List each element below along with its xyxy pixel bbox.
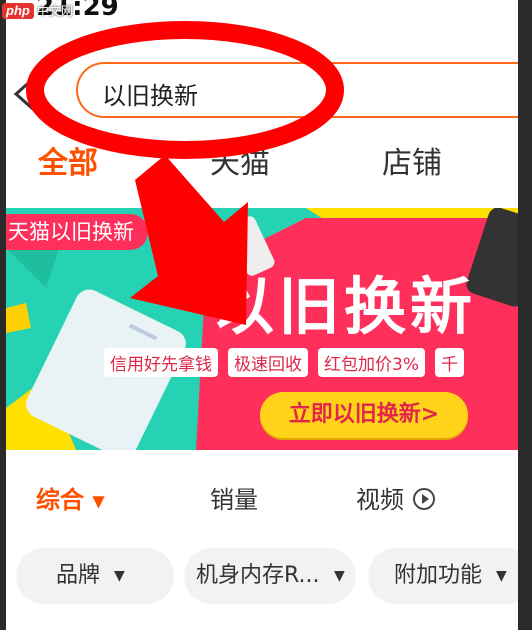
- search-input[interactable]: 以旧换新: [76, 62, 518, 118]
- filter-extra-label: 附加功能: [394, 563, 483, 588]
- app-screen: 21:29 以旧换新 全部 天猫 店铺 天猫以旧换新 以旧换新 信用好先拿钱 极…: [6, 0, 518, 630]
- back-icon[interactable]: [10, 74, 40, 114]
- tab-stores[interactable]: 店铺: [382, 138, 442, 182]
- sort-video[interactable]: 视频: [356, 480, 436, 515]
- sort-bar: 综合 ▼ 销量 视频: [6, 480, 518, 524]
- filter-bar: 品牌 ▼ 机身内存R... ▼ 附加功能 ▼: [6, 548, 518, 606]
- banner-tag: 天猫以旧换新: [6, 214, 148, 250]
- sort-sales[interactable]: 销量: [210, 480, 258, 515]
- filter-extra-features[interactable]: 附加功能 ▼: [368, 548, 518, 604]
- caret-down-icon: ▼: [114, 568, 125, 584]
- filter-brand[interactable]: 品牌 ▼: [16, 548, 174, 604]
- caret-down-icon: ▼: [496, 568, 507, 584]
- result-tabs: 全部 天猫 店铺: [6, 138, 518, 190]
- sort-comprehensive[interactable]: 综合 ▼: [36, 480, 105, 515]
- tab-all[interactable]: 全部: [38, 138, 98, 182]
- filter-storage[interactable]: 机身内存R... ▼: [184, 548, 356, 604]
- filter-brand-label: 品牌: [56, 563, 101, 588]
- watermark-text: 中文网: [36, 4, 73, 18]
- php-watermark: php 中文网: [2, 2, 73, 19]
- play-icon: [412, 488, 435, 510]
- filter-storage-label: 机身内存R...: [196, 563, 320, 588]
- banner-features: 信用好先拿钱 极速回收 红包加价3% 千: [104, 348, 464, 377]
- search-query: 以旧换新: [102, 82, 198, 110]
- feature-pill: 千: [434, 348, 464, 377]
- feature-pill: 极速回收: [228, 348, 308, 377]
- caret-down-icon: ▼: [334, 568, 345, 584]
- watermark-logo: php: [2, 2, 34, 19]
- feature-pill: 信用好先拿钱: [104, 348, 218, 377]
- banner-title: 以旧换新: [212, 270, 477, 343]
- sort-video-label: 视频: [356, 486, 404, 514]
- tab-tmall[interactable]: 天猫: [210, 138, 270, 182]
- trade-in-button[interactable]: 立即以旧换新>: [260, 392, 468, 438]
- feature-pill: 红包加价3%: [318, 348, 425, 377]
- sort-comprehensive-label: 综合: [36, 486, 84, 514]
- caret-down-icon: ▼: [92, 491, 105, 511]
- status-bar: 21:29: [6, 0, 518, 28]
